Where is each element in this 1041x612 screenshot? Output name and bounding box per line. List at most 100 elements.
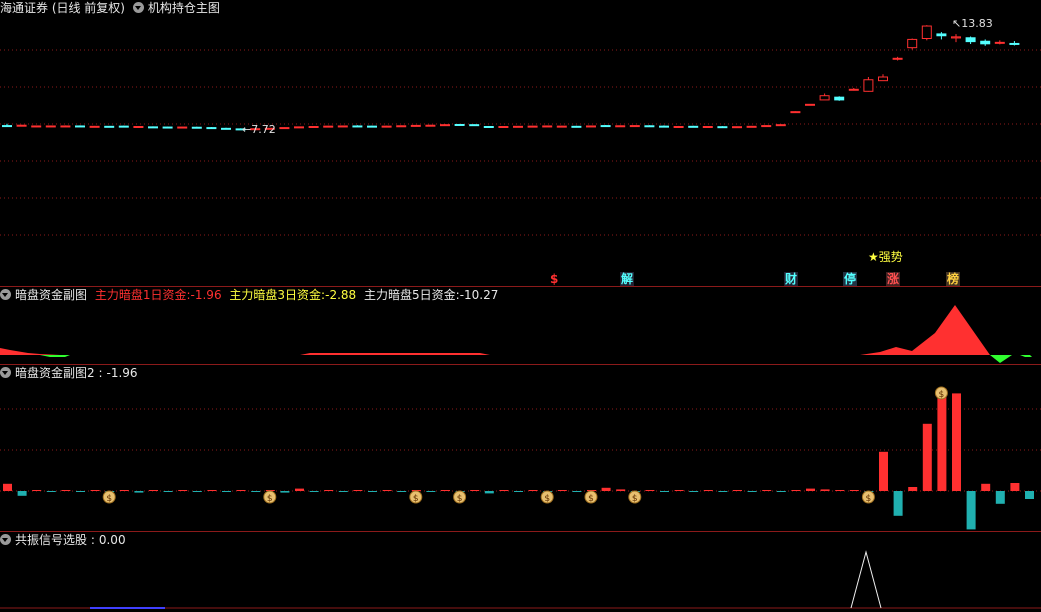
money-bag-symbol: $ bbox=[866, 494, 872, 504]
fund-bar bbox=[207, 490, 217, 491]
candle-body bbox=[732, 126, 742, 129]
pane3-title[interactable]: 暗盘资金副图2 : bbox=[15, 366, 103, 380]
fund-bar bbox=[76, 491, 85, 492]
main-price-pane[interactable]: 海通证券 (日线 前复权) 机构持仓主图 ↖13.83 ←7.72 ★强势 $ … bbox=[0, 0, 1041, 286]
money-bag-symbol: $ bbox=[457, 494, 463, 504]
fund-bar bbox=[382, 490, 392, 491]
main-header: 海通证券 (日线 前复权) 机构持仓主图 bbox=[0, 0, 224, 16]
candle-body bbox=[469, 124, 480, 127]
fund-bar bbox=[689, 491, 699, 492]
candle-body bbox=[396, 125, 407, 128]
fund-bar bbox=[119, 490, 129, 491]
money-bag-symbol: $ bbox=[106, 494, 112, 504]
fund-1d-label: 主力暗盘1日资金: bbox=[94, 288, 191, 302]
resonance-signal-pane[interactable]: 共振信号选股 :0.00 bbox=[0, 532, 1041, 612]
candle-body bbox=[45, 125, 56, 128]
fund-bar bbox=[149, 490, 158, 491]
fund-3d-label: 主力暗盘3日资金: bbox=[229, 288, 326, 302]
candle-body bbox=[308, 126, 319, 128]
candle-body bbox=[31, 125, 42, 128]
fund-bar bbox=[470, 490, 480, 491]
fund-bar bbox=[879, 451, 888, 491]
fund-bar bbox=[426, 491, 436, 492]
candle-body bbox=[498, 126, 509, 128]
fund-bar bbox=[922, 423, 932, 491]
chevron-down-icon[interactable] bbox=[0, 534, 11, 545]
marker-finance[interactable]: 财 bbox=[784, 272, 799, 286]
candle-body bbox=[323, 125, 334, 128]
candlestick-chart[interactable] bbox=[0, 0, 1041, 286]
fund-bar bbox=[995, 491, 1005, 504]
marker-suspend[interactable]: 停 bbox=[843, 272, 858, 286]
candle-body bbox=[2, 125, 12, 128]
candle-body bbox=[425, 124, 436, 127]
fund-bar bbox=[61, 490, 71, 491]
candle-body bbox=[819, 95, 830, 101]
pane2-header: 暗盘资金副图 主力暗盘1日资金:-1.96 主力暗盘3日资金:-2.88 主力暗… bbox=[0, 287, 502, 303]
candle-body bbox=[381, 125, 392, 128]
candle-body bbox=[279, 127, 290, 130]
fund-bar bbox=[397, 491, 407, 492]
candle-body bbox=[702, 126, 713, 128]
pane4-header: 共振信号选股 :0.00 bbox=[0, 532, 130, 548]
dark-fund-bar-pane[interactable]: $ $ $ $ $ $ $ $ $ 暗盘资金副图2 : -1.96 bbox=[0, 365, 1041, 531]
marker-rank-list[interactable]: 榜 bbox=[946, 272, 961, 286]
fund-area-positive bbox=[0, 305, 1041, 355]
candle-body bbox=[118, 125, 129, 128]
marker-limit-up[interactable]: 涨 bbox=[886, 272, 901, 286]
candle-body bbox=[294, 126, 304, 129]
money-bag-symbol: $ bbox=[267, 494, 273, 504]
fund-bar bbox=[368, 491, 377, 492]
fund-bar bbox=[178, 490, 188, 491]
candle-body bbox=[148, 126, 158, 129]
fund-bar bbox=[849, 490, 859, 491]
candle-body bbox=[994, 41, 1005, 44]
fund-bar bbox=[572, 491, 582, 492]
fund-bar bbox=[90, 490, 100, 491]
pane3-value: -1.96 bbox=[106, 366, 138, 380]
dark-fund-pane[interactable]: 暗盘资金副图 主力暗盘1日资金:-1.96 主力暗盘3日资金:-2.88 主力暗… bbox=[0, 287, 1041, 364]
candle-body bbox=[162, 126, 173, 129]
main-indicator-name[interactable]: 机构持仓主图 bbox=[148, 1, 220, 15]
star-icon: ★ bbox=[868, 250, 879, 264]
money-bag-symbol: $ bbox=[939, 390, 945, 400]
marker-unlock[interactable]: 解 bbox=[620, 272, 635, 286]
candle-body bbox=[177, 126, 188, 129]
candle-body bbox=[907, 38, 918, 49]
arrow-icon: ← bbox=[242, 123, 252, 136]
chevron-down-icon[interactable] bbox=[132, 2, 144, 13]
fund-bar bbox=[908, 487, 918, 491]
candle-body bbox=[600, 125, 611, 128]
fund-bar bbox=[718, 491, 728, 492]
chevron-down-icon[interactable] bbox=[0, 289, 11, 300]
fund-bar bbox=[236, 490, 246, 491]
fund-area-negative bbox=[1020, 355, 1032, 357]
candle-body bbox=[440, 124, 450, 127]
candle-body bbox=[191, 126, 202, 129]
candle-body bbox=[717, 126, 728, 129]
fund-bar bbox=[820, 489, 830, 491]
fund-bar bbox=[499, 490, 509, 491]
chevron-down-icon[interactable] bbox=[0, 367, 11, 378]
candle-body bbox=[133, 126, 144, 128]
candle-body bbox=[556, 125, 567, 128]
fund-bar bbox=[674, 490, 684, 491]
fund-bar bbox=[791, 490, 801, 491]
fund-3d-value: -2.88 bbox=[325, 288, 357, 302]
fund-bar bbox=[134, 491, 144, 493]
candle-body bbox=[410, 124, 421, 127]
fund-area-negative bbox=[40, 355, 70, 357]
candle-body bbox=[104, 125, 115, 128]
fund-bar bbox=[762, 490, 772, 491]
candle-body bbox=[367, 125, 377, 128]
marker-dollar[interactable]: $ bbox=[549, 272, 559, 286]
candle-body bbox=[60, 125, 71, 128]
fund-bar bbox=[353, 490, 363, 491]
fund-bar bbox=[776, 491, 786, 492]
fund-bar bbox=[703, 490, 713, 491]
fund-bar bbox=[222, 491, 231, 492]
pane4-title[interactable]: 共振信号选股 : bbox=[15, 533, 95, 547]
pane2-title[interactable]: 暗盘资金副图 bbox=[15, 288, 87, 302]
candle-body bbox=[483, 126, 494, 128]
candle-body bbox=[206, 127, 217, 130]
